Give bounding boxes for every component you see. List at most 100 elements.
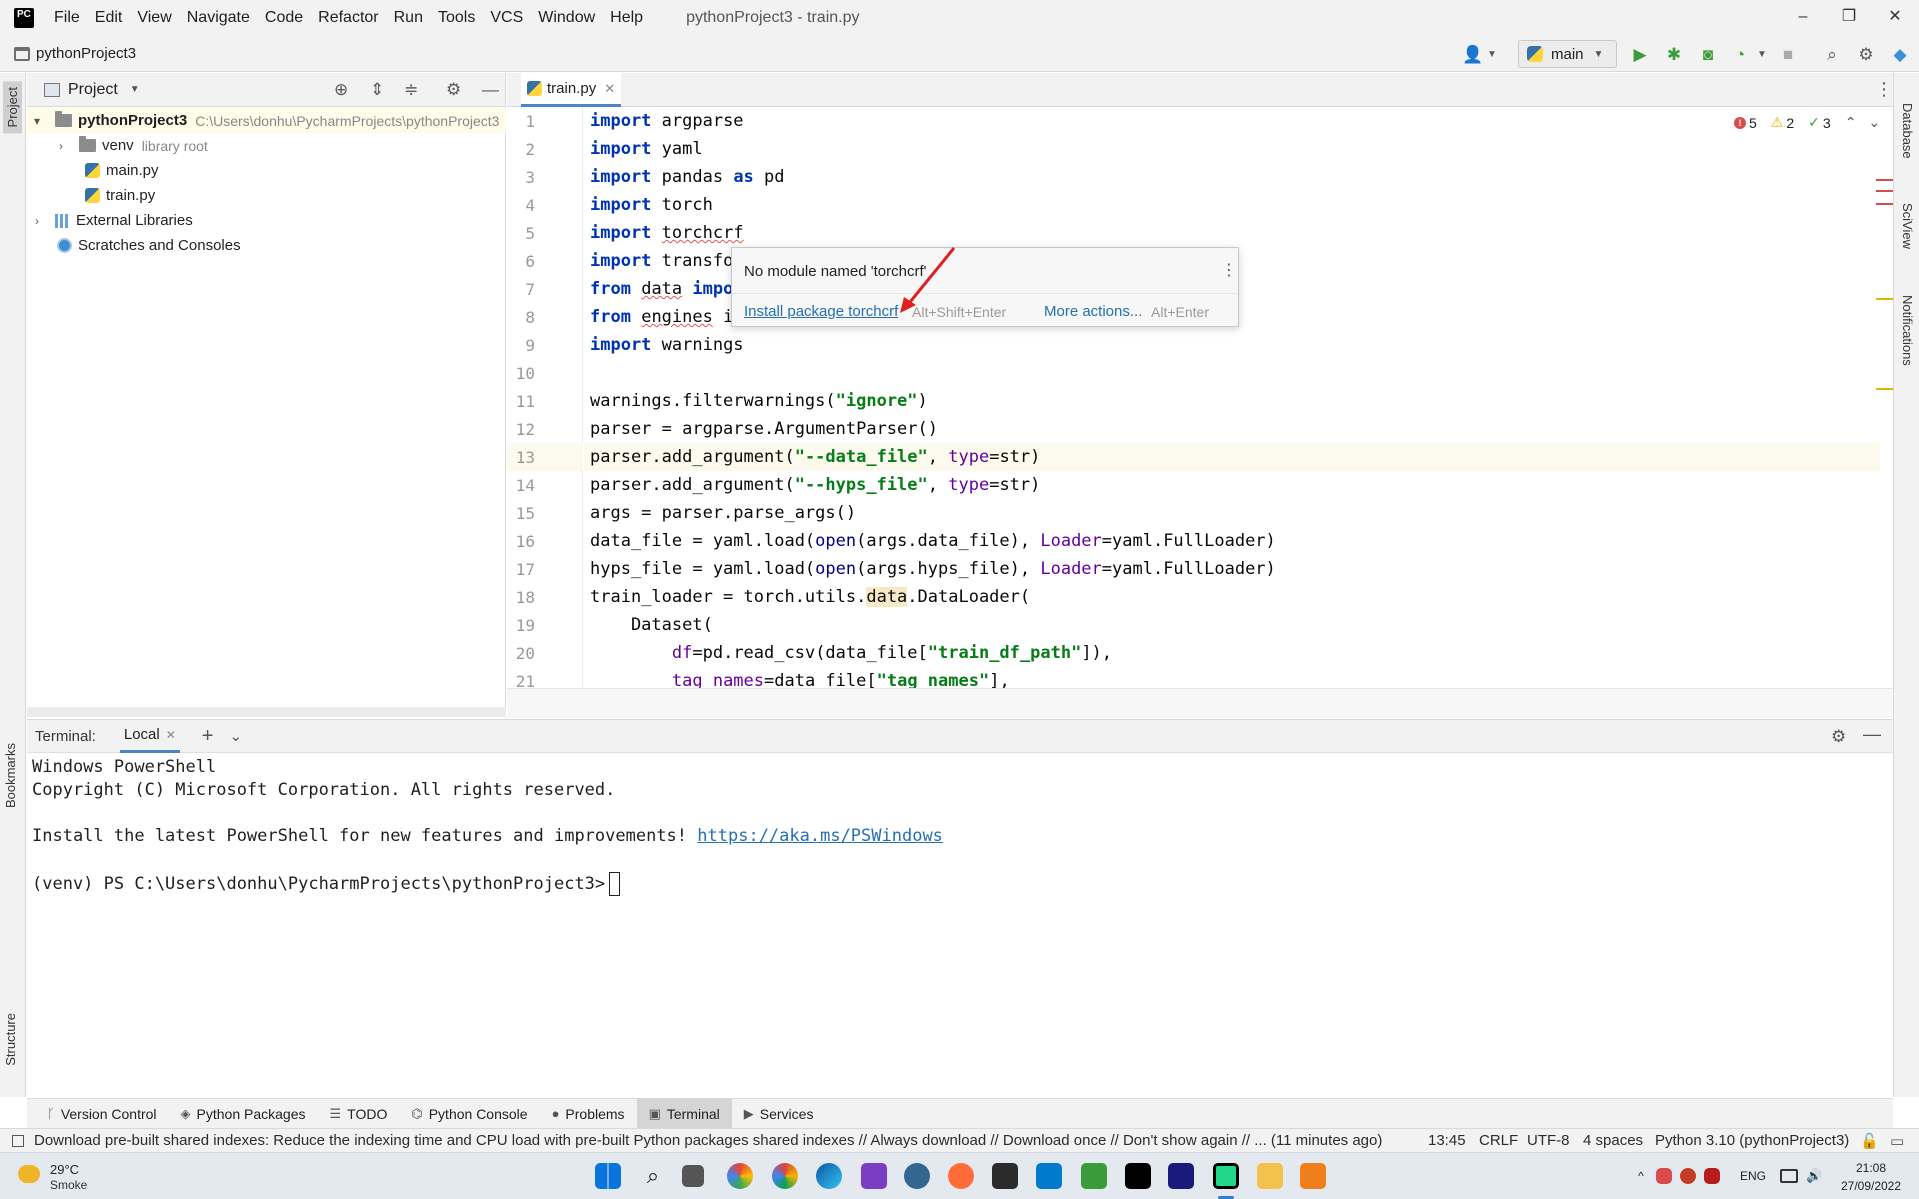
tree-item-venv[interactable]: › venv library root	[27, 133, 506, 158]
error-stripe-mark[interactable]	[1876, 179, 1893, 181]
chevron-down-icon[interactable]: ▼	[1752, 45, 1772, 65]
menu-navigate[interactable]: Navigate	[187, 9, 250, 27]
tab-train-py[interactable]: train.py ✕	[521, 73, 622, 107]
more-icon[interactable]: ⋮	[1875, 79, 1893, 100]
plus-icon[interactable]: +	[202, 725, 214, 748]
tree-item-project-root[interactable]: ▾ pythonProject3 C:\Users\donhu\PycharmP…	[27, 108, 506, 133]
maximize-button[interactable]: ❐	[1826, 4, 1872, 30]
menu-file[interactable]: File	[54, 9, 80, 27]
chrome-icon[interactable]	[727, 1163, 753, 1189]
windows-start-icon[interactable]	[595, 1163, 621, 1189]
profile-icon[interactable]: ◔	[1730, 45, 1750, 65]
horizontal-scrollbar[interactable]	[507, 688, 1893, 718]
python-interpreter[interactable]: Python 3.10 (pythonProject3)	[1655, 1132, 1849, 1149]
close-icon[interactable]: ✕	[604, 81, 615, 97]
code-editor[interactable]: import argparse import yaml import panda…	[584, 107, 1893, 688]
weather-description[interactable]: Smoke	[50, 1178, 87, 1192]
tool-version-control[interactable]: ᚴ Version Control	[35, 1099, 169, 1129]
stop-icon[interactable]: ■	[1778, 45, 1798, 65]
tool-python-packages[interactable]: ◈ Python Packages	[169, 1099, 318, 1129]
user-icon[interactable]: 👤	[1462, 45, 1483, 65]
gear-icon[interactable]: ⚙	[446, 80, 461, 100]
run-icon[interactable]: ▶	[1630, 45, 1650, 65]
edge-icon[interactable]	[816, 1163, 842, 1189]
coverage-icon[interactable]: ◙	[1698, 45, 1718, 65]
tab-structure[interactable]: Structure	[3, 1013, 18, 1066]
clock-date[interactable]: 27/09/2022	[1838, 1179, 1904, 1193]
memory-icon[interactable]: ▭	[1890, 1132, 1904, 1150]
error-stripe-mark[interactable]	[1876, 190, 1893, 192]
vertical-scrollbar[interactable]	[1880, 107, 1893, 688]
install-package-link[interactable]: Install package torchcrf	[744, 303, 898, 320]
chevron-down-icon[interactable]: ▾	[31, 114, 43, 128]
project-panel-title[interactable]: Project	[68, 81, 118, 99]
menu-code[interactable]: Code	[265, 9, 303, 27]
hide-icon[interactable]: —	[1863, 724, 1881, 745]
collapse-all-icon[interactable]: ≑	[404, 80, 418, 100]
language-indicator[interactable]: ENG	[1740, 1169, 1766, 1183]
file-encoding[interactable]: UTF-8	[1527, 1132, 1570, 1149]
status-message[interactable]: Download pre-built shared indexes: Reduc…	[34, 1132, 1382, 1149]
chevron-up-icon[interactable]: ^	[1634, 1169, 1648, 1183]
tree-item-main-py[interactable]: main.py	[27, 158, 506, 183]
more-options-icon[interactable]: ⋮	[1221, 260, 1237, 280]
menu-view[interactable]: View	[137, 9, 171, 27]
menu-run[interactable]: Run	[394, 9, 423, 27]
menu-tools[interactable]: Tools	[438, 9, 475, 27]
app-icon[interactable]	[1300, 1163, 1326, 1189]
menu-vcs[interactable]: VCS	[490, 9, 523, 27]
chrome-canary-icon[interactable]	[772, 1163, 798, 1189]
chevron-right-icon[interactable]: ›	[55, 139, 67, 153]
tool-services[interactable]: ▶ Services	[732, 1099, 826, 1129]
visual-studio-icon[interactable]	[861, 1163, 887, 1189]
run-configuration-select[interactable]: main ▼	[1518, 40, 1617, 68]
tab-sciview[interactable]: SciView	[1900, 203, 1915, 249]
webstorm-icon[interactable]	[1168, 1163, 1194, 1189]
display-icon[interactable]	[1780, 1169, 1798, 1183]
tab-database[interactable]: Database	[1900, 103, 1915, 159]
warning-stripe-mark[interactable]	[1876, 298, 1893, 300]
tree-item-scratches[interactable]: Scratches and Consoles	[27, 233, 506, 258]
intellij-icon[interactable]	[1125, 1163, 1151, 1189]
postgresql-icon[interactable]	[904, 1163, 930, 1189]
excel-icon[interactable]	[1081, 1163, 1107, 1189]
menu-window[interactable]: Window	[538, 9, 595, 27]
weather-temperature[interactable]: 29°C	[50, 1162, 79, 1177]
menu-edit[interactable]: Edit	[95, 9, 123, 27]
tab-notifications[interactable]: Notifications	[1900, 295, 1915, 366]
inspection-widget[interactable]: ! 5 ⚠ 2 ✓ 3 ⌃ ⌄	[1734, 114, 1880, 131]
search-icon[interactable]: ⌕	[1822, 45, 1842, 65]
tray-v-icon[interactable]	[1704, 1168, 1720, 1184]
tool-python-console[interactable]: ⌬ Python Console	[399, 1099, 539, 1129]
terminal-icon[interactable]	[992, 1163, 1018, 1189]
warning-stripe-mark[interactable]	[1876, 388, 1893, 390]
search-icon[interactable]: ⌕	[640, 1163, 666, 1189]
clock-time[interactable]: 21:08	[1846, 1161, 1896, 1175]
warning-count[interactable]: ⚠ 2	[1771, 114, 1794, 131]
close-icon[interactable]: ✕	[166, 728, 176, 742]
tab-bookmarks[interactable]: Bookmarks	[3, 743, 18, 808]
status-toggle-icon[interactable]	[12, 1135, 24, 1147]
lock-icon[interactable]: 🔓	[1860, 1132, 1879, 1150]
expand-all-icon[interactable]: ⇕	[370, 80, 384, 100]
indent-setting[interactable]: 4 spaces	[1583, 1132, 1643, 1149]
weak-warning-count[interactable]: ✓ 3	[1808, 114, 1831, 131]
speaker-icon[interactable]: 🔊	[1806, 1168, 1822, 1184]
hide-icon[interactable]: —	[482, 80, 499, 100]
postman-icon[interactable]	[948, 1163, 974, 1189]
menu-help[interactable]: Help	[610, 9, 643, 27]
chevron-down-icon[interactable]: ▼	[130, 84, 140, 95]
chevron-down-icon[interactable]: ⌄	[229, 727, 242, 745]
gear-icon[interactable]: ⚙	[1856, 45, 1876, 65]
caret-position[interactable]: 13:45	[1428, 1132, 1466, 1149]
vscode-icon[interactable]	[1036, 1163, 1062, 1189]
terminal-output[interactable]: Windows PowerShell Copyright (C) Microso…	[27, 753, 1893, 1098]
line-separator[interactable]: CRLF	[1479, 1132, 1518, 1149]
locate-icon[interactable]: ⊕	[334, 80, 348, 100]
tree-item-train-py[interactable]: train.py	[27, 183, 506, 208]
breadcrumb-project[interactable]: pythonProject3	[36, 45, 136, 62]
pycharm-taskbar-icon[interactable]	[1213, 1163, 1239, 1189]
error-stripe-mark[interactable]	[1876, 203, 1893, 205]
tree-item-external-libraries[interactable]: › External Libraries	[27, 208, 506, 233]
tray-app-icon[interactable]	[1656, 1168, 1672, 1184]
